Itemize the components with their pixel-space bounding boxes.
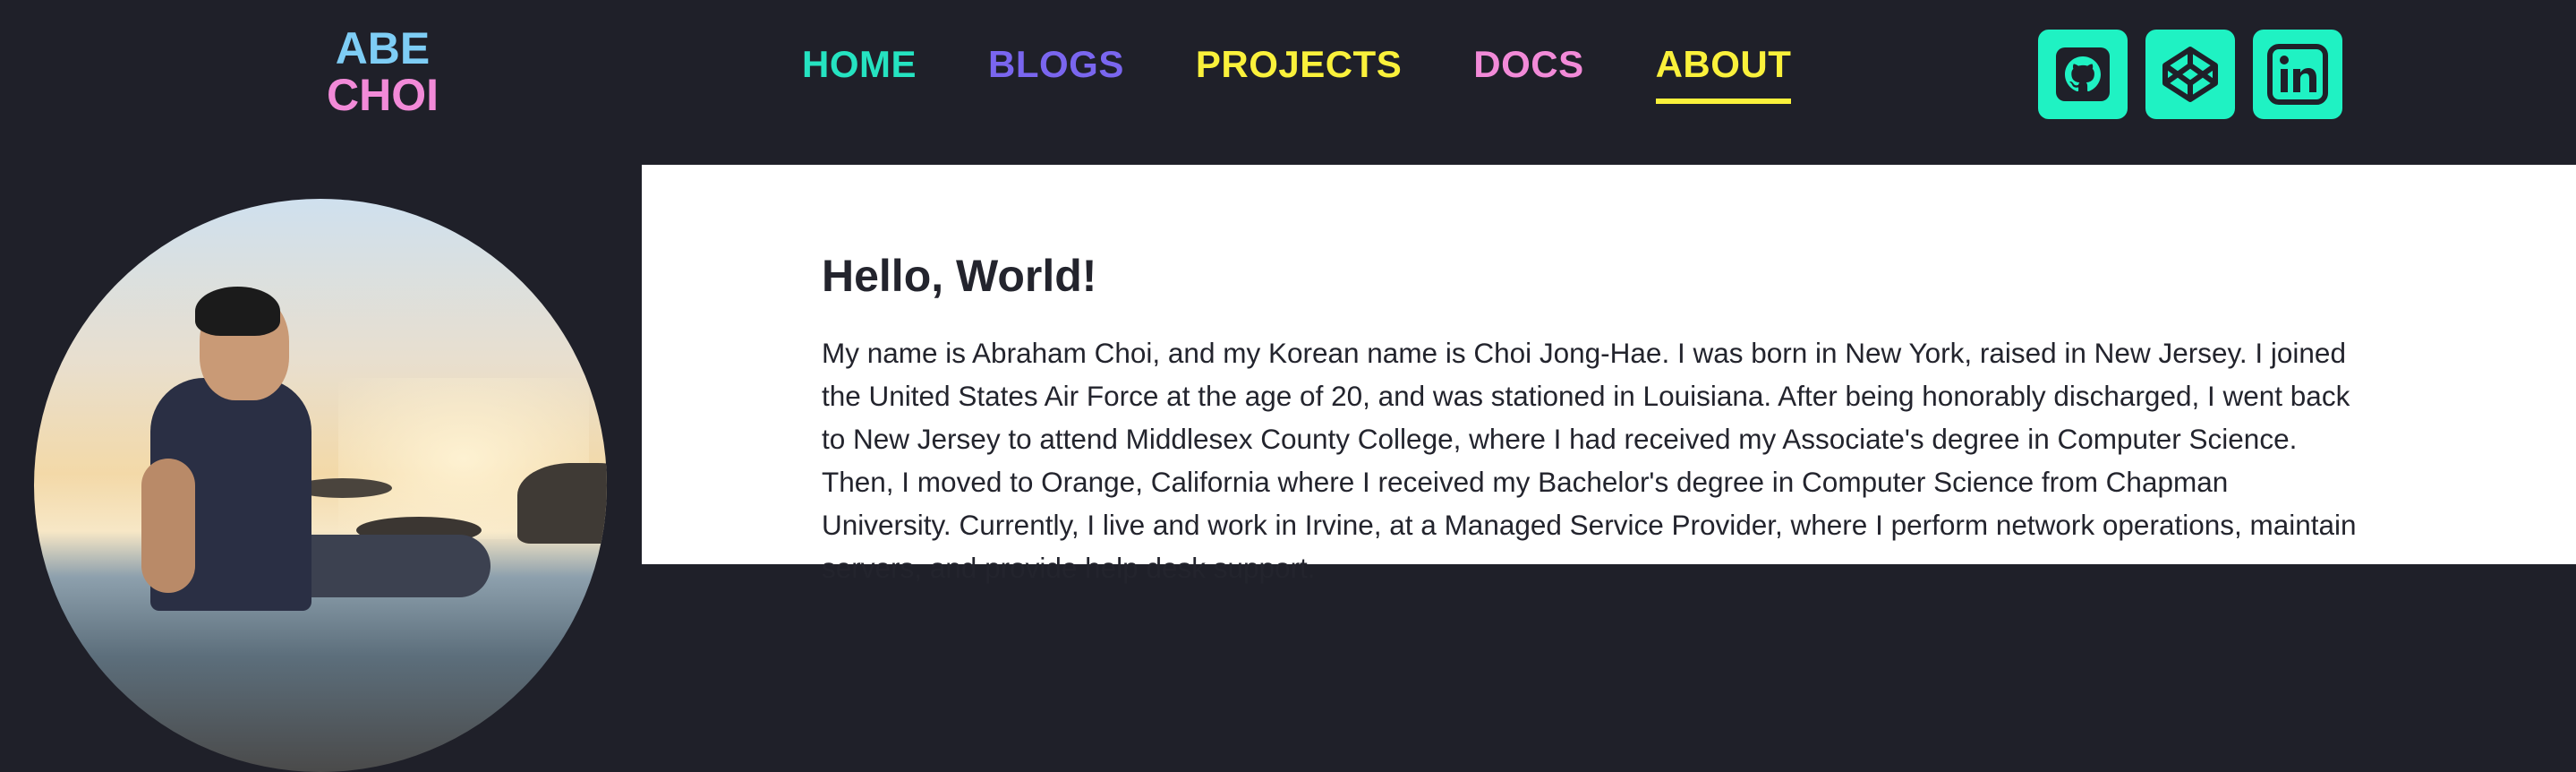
photo-person-arm (141, 459, 195, 593)
site-header: ABE CHOI HOME BLOGS PROJECTS DOCS ABOUT (0, 0, 2576, 165)
linkedin-button[interactable] (2253, 30, 2342, 119)
linkedin-icon (2267, 44, 2328, 105)
nav-projects[interactable]: PROJECTS (1196, 43, 1402, 104)
logo-line-first: ABE (335, 23, 431, 73)
about-body: My name is Abraham Choi, and my Korean n… (822, 337, 2357, 584)
nav-home[interactable]: HOME (802, 43, 917, 104)
profile-photo (34, 199, 607, 772)
nav-about[interactable]: ABOUT (1655, 43, 1792, 104)
about-heading: Hello, World! (822, 251, 1097, 301)
site-logo[interactable]: ABE CHOI (309, 25, 456, 118)
photo-rock (517, 463, 607, 544)
codepen-icon (2162, 47, 2218, 102)
about-content: Hello, World! My name is Abraham Choi, a… (642, 165, 2576, 584)
nav-blogs[interactable]: BLOGS (988, 43, 1124, 104)
codepen-button[interactable] (2145, 30, 2235, 119)
github-icon (2056, 47, 2110, 101)
logo-line-last: CHOI (327, 70, 439, 120)
github-button[interactable] (2038, 30, 2128, 119)
photo-person-hair (195, 287, 280, 336)
main-nav: HOME BLOGS PROJECTS DOCS ABOUT (802, 43, 1792, 104)
social-links (2038, 30, 2342, 119)
nav-docs[interactable]: DOCS (1473, 43, 1583, 104)
